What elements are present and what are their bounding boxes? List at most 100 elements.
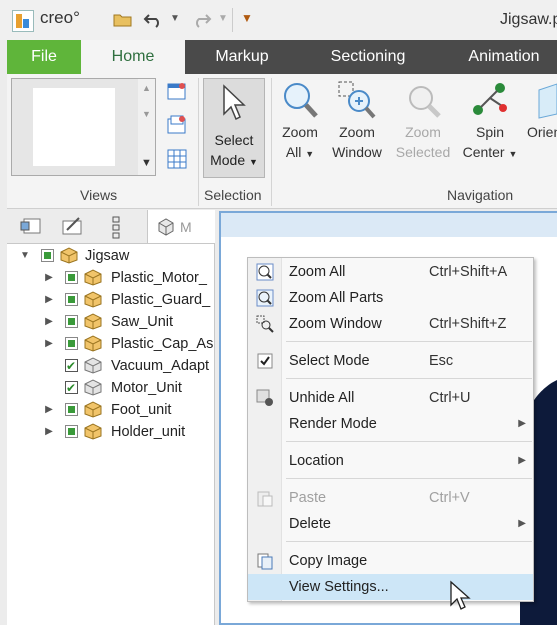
menu-item-copy-image[interactable]: Copy Image <box>248 548 533 574</box>
tree-item[interactable]: Motor_Unit <box>7 377 214 399</box>
tab-model-tree[interactable]: M <box>147 210 215 243</box>
zoom-window-line1: Zoom <box>339 124 375 140</box>
visibility-checkbox[interactable] <box>65 377 78 399</box>
menu-item-zoom-all-parts[interactable]: Zoom All Parts <box>248 285 533 311</box>
tree-item[interactable]: ▶ Saw_Unit <box>7 311 214 333</box>
layers-icon[interactable] <box>166 114 188 139</box>
zoom-all-line1: Zoom <box>282 124 318 140</box>
assembly-icon <box>84 291 102 308</box>
zoom-window-icon <box>256 315 274 333</box>
visibility-checkbox[interactable] <box>65 425 78 438</box>
open-folder-icon[interactable] <box>112 9 134 34</box>
tree-item[interactable]: ▶ Plastic_Cap_As <box>7 333 214 355</box>
tree-item-label: Motor_Unit <box>111 380 182 396</box>
menu-item-shortcut: Ctrl+Shift+Z <box>429 316 507 332</box>
tab-annotations[interactable] <box>57 214 93 242</box>
menu-item-label: Select Mode <box>289 353 370 369</box>
tree-item[interactable]: Vacuum_Adapt <box>7 355 214 377</box>
menu-item-unhide-all[interactable]: Unhide All Ctrl+U <box>248 385 533 411</box>
tree-item[interactable]: ▶ Plastic_Guard_ <box>7 289 214 311</box>
visibility-checkbox[interactable] <box>65 403 78 416</box>
menu-item-select-mode[interactable]: Select Mode Esc <box>248 348 533 374</box>
menu-item-label: Unhide All <box>289 390 355 406</box>
menu-item-label: Zoom All <box>289 264 346 280</box>
app-logo-text: creo° <box>40 8 80 27</box>
menu-separator <box>286 441 532 442</box>
group-divider <box>198 78 199 206</box>
menu-item-render-mode[interactable]: Render Mode ▶ <box>248 411 533 437</box>
tree-item-root[interactable]: ▼ Jigsaw <box>7 245 214 267</box>
orient-button[interactable]: Orien <box>527 80 557 142</box>
menu-item-view-settings[interactable]: View Settings... <box>248 574 533 600</box>
menu-item-zoom-window[interactable]: Zoom Window Ctrl+Shift+Z <box>248 311 533 337</box>
chevron-down-icon: ▼ <box>508 149 518 159</box>
tree-item[interactable]: ▶ Plastic_Motor_ <box>7 267 214 289</box>
tab-home[interactable]: Home <box>81 40 185 74</box>
tab-animation[interactable]: Animation <box>457 40 551 74</box>
views-gallery-scroller[interactable]: ▲ ▼ ▼ <box>138 78 156 176</box>
model-tree-panel: M ▼ Jigsaw ▶ Plastic_Motor_ ▶ Plastic_Gu… <box>7 210 215 625</box>
visibility-checkbox[interactable] <box>65 293 78 306</box>
panel-tab-strip: M <box>7 210 215 244</box>
views-group-label: Views <box>80 187 118 203</box>
tab-file[interactable]: File <box>7 40 81 74</box>
menu-item-label: Copy Image <box>289 553 368 569</box>
title-bar: creo° ▼ ▼ ▼ Jigsaw.p <box>0 0 557 40</box>
tab-structure[interactable] <box>103 214 139 242</box>
menu-separator <box>286 341 532 342</box>
tab-parts-list[interactable] <box>17 214 53 242</box>
part-icon <box>84 379 102 396</box>
window-title: Jigsaw.p <box>500 11 557 28</box>
zoom-selected-button: Zoom Selected <box>393 80 453 162</box>
visibility-checkbox[interactable] <box>65 337 78 350</box>
zoom-all-button[interactable]: Zoom All ▼ <box>275 80 325 164</box>
submenu-arrow-icon: ▶ <box>518 518 526 529</box>
mouse-cursor-icon <box>449 580 471 615</box>
tree-item[interactable]: ▶ Foot_unit <box>7 399 214 421</box>
menu-separator <box>286 378 532 379</box>
undo-dropdown-icon[interactable]: ▼ <box>170 13 180 24</box>
expand-icon[interactable]: ▶ <box>44 333 54 355</box>
selection-group-label: Selection <box>204 187 262 203</box>
visibility-checkbox[interactable] <box>65 355 78 377</box>
menu-item-location[interactable]: Location ▶ <box>248 448 533 474</box>
zoom-window-line2: Window <box>332 144 382 160</box>
unhide-icon <box>256 389 273 406</box>
saved-orientations-icon[interactable] <box>166 81 188 106</box>
spin-center-button[interactable]: Spin Center ▼ <box>459 80 521 164</box>
view-thumbnail[interactable] <box>33 88 115 166</box>
gallery-expand-icon[interactable]: ▼ <box>141 157 152 169</box>
customize-toolbar-icon[interactable]: ▼ <box>241 11 253 25</box>
checkmark-icon <box>257 353 273 369</box>
spin-center-icon <box>470 80 510 120</box>
views-gallery[interactable] <box>11 78 139 176</box>
undo-icon[interactable] <box>143 9 165 34</box>
expand-icon[interactable]: ▶ <box>44 311 54 333</box>
expand-icon[interactable]: ▶ <box>44 289 54 311</box>
menu-item-shortcut: Ctrl+U <box>429 390 471 406</box>
tab-markup[interactable]: Markup <box>197 40 287 74</box>
grid-view-icon[interactable] <box>166 148 188 173</box>
select-mode-button[interactable]: Select Mode ▼ <box>203 78 265 178</box>
tree-item-label: Plastic_Motor_ <box>111 270 207 286</box>
menu-item-zoom-all[interactable]: Zoom All Ctrl+Shift+A <box>248 259 533 285</box>
collapse-icon[interactable]: ▼ <box>20 245 30 267</box>
menu-item-delete[interactable]: Delete ▶ <box>248 511 533 537</box>
tree-item-label: Vacuum_Adapt <box>111 358 210 374</box>
tab-sectioning[interactable]: Sectioning <box>317 40 419 74</box>
expand-icon[interactable]: ▶ <box>44 421 54 443</box>
scroll-down-icon[interactable]: ▼ <box>142 109 151 119</box>
visibility-checkbox[interactable] <box>65 315 78 328</box>
expand-icon[interactable]: ▶ <box>44 399 54 421</box>
zoom-window-button[interactable]: Zoom Window <box>328 80 386 162</box>
zoom-all-line2: All <box>285 144 302 160</box>
visibility-checkbox[interactable] <box>41 249 54 262</box>
menu-item-label: View Settings... <box>289 579 389 595</box>
tree-item[interactable]: ▶ Holder_unit <box>7 421 214 443</box>
tree-item-label: Plastic_Guard_ <box>111 292 211 308</box>
pointer-arrow-icon <box>220 84 248 127</box>
visibility-checkbox[interactable] <box>65 271 78 284</box>
scroll-up-icon[interactable]: ▲ <box>142 83 151 93</box>
expand-icon[interactable]: ▶ <box>44 267 54 289</box>
zoom-selected-icon <box>403 80 443 120</box>
